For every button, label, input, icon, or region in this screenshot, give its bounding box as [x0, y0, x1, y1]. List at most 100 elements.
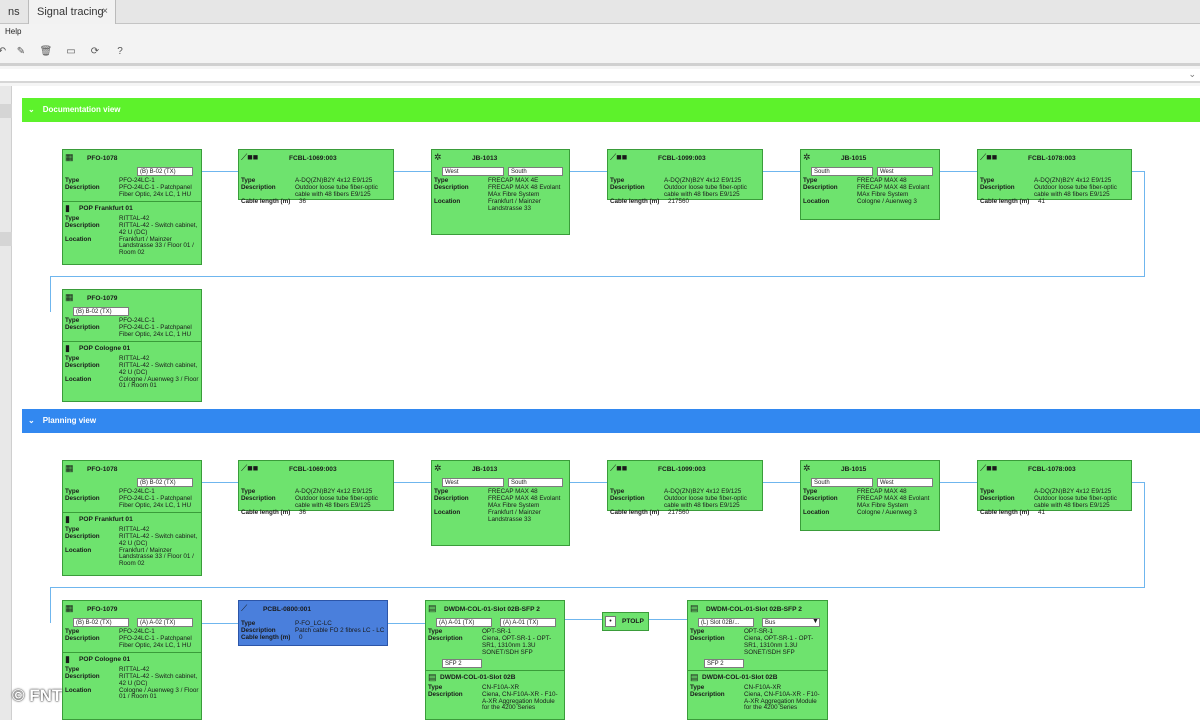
patch-panel-node[interactable]: ▦ PFO-1079 (B) B-02 (TX) Type PFO-24LC-1 D… [62, 289, 202, 402]
cable-node[interactable]: ⟋■■ FCBL-1099:003 Type A-DQ(ZN)B2Y 4x12 E9… [607, 460, 763, 516]
connector-line [1144, 171, 1145, 277]
cable-node[interactable]: ⟋■■ FCBL-1069:003 Type A-DQ(ZN)B2Y 4x12 E9… [238, 149, 394, 205]
menu-bar: Help [0, 24, 1200, 40]
port-field[interactable]: (A) A-02 (TX) [137, 618, 193, 627]
junction-box-node[interactable]: ✲ JB-1013 West South Type FRECAP MAX 4E Des… [431, 149, 570, 235]
patch-panel-node[interactable]: ▦ PFO-1078 (B) B-02 (TX) Type PFO-24LC-1 D… [62, 460, 202, 576]
description-value: Outdoor loose tube fiber-optic cable wit… [1034, 183, 1117, 198]
signal-trace-canvas: ⌄ Documentation view ⌄ Planning view ▦ PFO-… [12, 86, 1200, 720]
port-field[interactable]: (B) B-02 (TX) [137, 167, 193, 176]
dropdown-arrow-icon[interactable]: ▼ [812, 618, 819, 626]
location-label: Location [434, 508, 461, 516]
documentation-view-header[interactable]: ⌄ Documentation view [22, 98, 1200, 122]
cable-node[interactable]: ⟋■■ FCBL-1078:003 Type A-DQ(ZN)B2Y 4x12 E9… [977, 460, 1132, 516]
node-title: PFO-1078 [87, 155, 118, 162]
connector-line [940, 171, 977, 172]
strip-marker [0, 232, 12, 246]
port-field[interactable]: West [442, 478, 504, 487]
junction-box-node[interactable]: ✲ JB-1015 South West Type FRECAP MAX 48 Des… [800, 149, 940, 220]
port-field[interactable]: (A) A-01 (TX) [436, 618, 492, 627]
chevron-down-icon[interactable]: ⌄ [1188, 69, 1196, 80]
caret-icon: ⌄ [28, 105, 35, 114]
junction-box-icon: ✲ [434, 463, 442, 473]
node-title: FCBL-1069:003 [289, 466, 337, 473]
port-field[interactable]: West [442, 167, 504, 176]
sfp-node[interactable]: ▤ DWDM-COL-01-Slot 02B-SFP 2 (A) A-01 (TX… [425, 600, 565, 720]
sfp-icon: ▤ [428, 603, 437, 613]
description-label: Description [434, 183, 469, 191]
location-value: Cologne / Auenweg 3 [857, 197, 917, 205]
port-field[interactable]: West [877, 478, 933, 487]
location-label: Location [65, 235, 92, 243]
port-field[interactable]: South [508, 478, 563, 487]
menu-help[interactable]: Help [5, 24, 21, 40]
patch-cable-icon: ⟋ [241, 603, 248, 613]
location-label: Location [65, 686, 92, 694]
patch-panel-node[interactable]: ▦ PFO-1079 (B) B-02 (TX) (A) A-02 (TX) Typ… [62, 600, 202, 720]
node-title: FCBL-1078:003 [1028, 155, 1076, 162]
description-value: Ciena, CN-F10A-XR - F10-A-XR Aggregation… [482, 690, 558, 712]
port-field[interactable]: West [877, 167, 933, 176]
cable-node[interactable]: ⟋■■ FCBL-1069:003 Type A-DQ(ZN)B2Y 4x12 E9… [238, 460, 394, 516]
location-label: Location [803, 508, 830, 516]
ptolp-node[interactable]: • PTOLP [602, 612, 649, 631]
cable-icon: ⟋■■ [980, 152, 998, 162]
description-value: Ciena, OPT-SR-1 - OPT-SR1, 1310nm 1.3U S… [482, 634, 552, 656]
strip-marker [0, 104, 12, 118]
refresh-icon[interactable]: ⟳ [88, 45, 102, 59]
left-scroll-strip[interactable] [0, 86, 12, 720]
location-value: Cologne / Auenweg 3 / Floor 01 / Room 01 [119, 375, 199, 390]
secondary-bar: ⌄ [0, 69, 1200, 83]
help-icon[interactable]: ? [113, 45, 127, 59]
undo-icon[interactable]: ↶ [0, 45, 9, 59]
location-value: Frankfurt / Mainzer Landstrasse 33 [488, 508, 541, 523]
description-value: RITTAL-42 - Switch cabinet, 42 U (DC) [119, 532, 198, 547]
card-icon[interactable]: ▭ [64, 45, 78, 59]
tab-previous[interactable]: ns [0, 0, 28, 24]
description-value: RITTAL-42 - Switch cabinet, 42 U (DC) [119, 221, 198, 236]
description-value: FRECAP MAX 48 Evolant MAx Fibre System [857, 183, 930, 198]
description-label: Description [980, 494, 1015, 502]
cable-node[interactable]: ⟋■■ FCBL-1078:003 Type A-DQ(ZN)B2Y 4x12 E9… [977, 149, 1132, 205]
location-label: Location [803, 197, 830, 205]
description-value: Outdoor loose tube fiber-optic cable wit… [664, 183, 747, 198]
connector-line [570, 482, 607, 483]
location-label: Location [65, 546, 92, 554]
description-label: Description [610, 183, 645, 191]
port-field[interactable]: (B) B-02 (TX) [137, 478, 193, 487]
patch-cable-node[interactable]: ⟋ PCBL-0800:001 Type P-FO_LC-LC Descriptio… [238, 600, 388, 646]
port-field[interactable]: South [811, 478, 873, 487]
patch-panel-icon: ▦ [65, 292, 74, 302]
port-field[interactable]: (B) B-02 (TX) [73, 307, 129, 316]
description-label: Description [65, 221, 100, 229]
section-title: Documentation view [42, 105, 121, 114]
planning-view-header[interactable]: ⌄ Planning view [22, 409, 1200, 433]
junction-box-node[interactable]: ✲ JB-1013 West South Type FRECAP MAX 48 Des… [431, 460, 570, 546]
cable-length-value: 41 [1038, 197, 1046, 205]
close-icon[interactable]: × [102, 0, 108, 24]
junction-box-node[interactable]: ✲ JB-1015 South West Type FRECAP MAX 48 Des… [800, 460, 940, 531]
port-field[interactable]: South [811, 167, 873, 176]
port-field[interactable]: (A) A-01 (TX) [500, 618, 556, 627]
port-field[interactable]: (L) Slot 02B/... [698, 618, 754, 627]
port-field[interactable]: (B) B-02 (TX) [73, 618, 129, 627]
cabinet-icon: ▮ [65, 653, 70, 664]
description-value: FRECAP MAX 48 Evolant MAx Fibre System [857, 494, 930, 509]
tab-signal-tracing[interactable]: Signal tracing × [28, 0, 116, 24]
connector-line [50, 276, 51, 312]
junction-box-icon: ✲ [803, 463, 811, 473]
edit-icon[interactable]: ✎ [14, 45, 28, 59]
description-label: Description [241, 494, 276, 502]
patch-panel-node[interactable]: ▦ PFO-1078 (B) B-02 (TX) Type PFO-24LC-1 D… [62, 149, 202, 265]
cable-node[interactable]: ⟋■■ FCBL-1099:003 Type A-DQ(ZN)B2Y 4x12 E9… [607, 149, 763, 205]
description-value: Ciena, OPT-SR-1 - OPT-SR1, 1310nm 1.3U S… [744, 634, 814, 656]
cable-length-label: Cable length (m) [610, 508, 660, 516]
junction-box-icon: ✲ [803, 152, 811, 162]
tab-bar: ns Signal tracing × [0, 0, 1200, 24]
port-field[interactable]: South [508, 167, 563, 176]
node-title: FCBL-1069:003 [289, 155, 337, 162]
delete-icon[interactable]: 🗑 [39, 45, 53, 59]
node-title: FCBL-1078:003 [1028, 466, 1076, 473]
sfp-node[interactable]: ▤ DWDM-COL-01-Slot 02B-SFP 2 (L) Slot 02B… [687, 600, 828, 720]
description-value: Outdoor loose tube fiber-optic cable wit… [295, 183, 378, 198]
